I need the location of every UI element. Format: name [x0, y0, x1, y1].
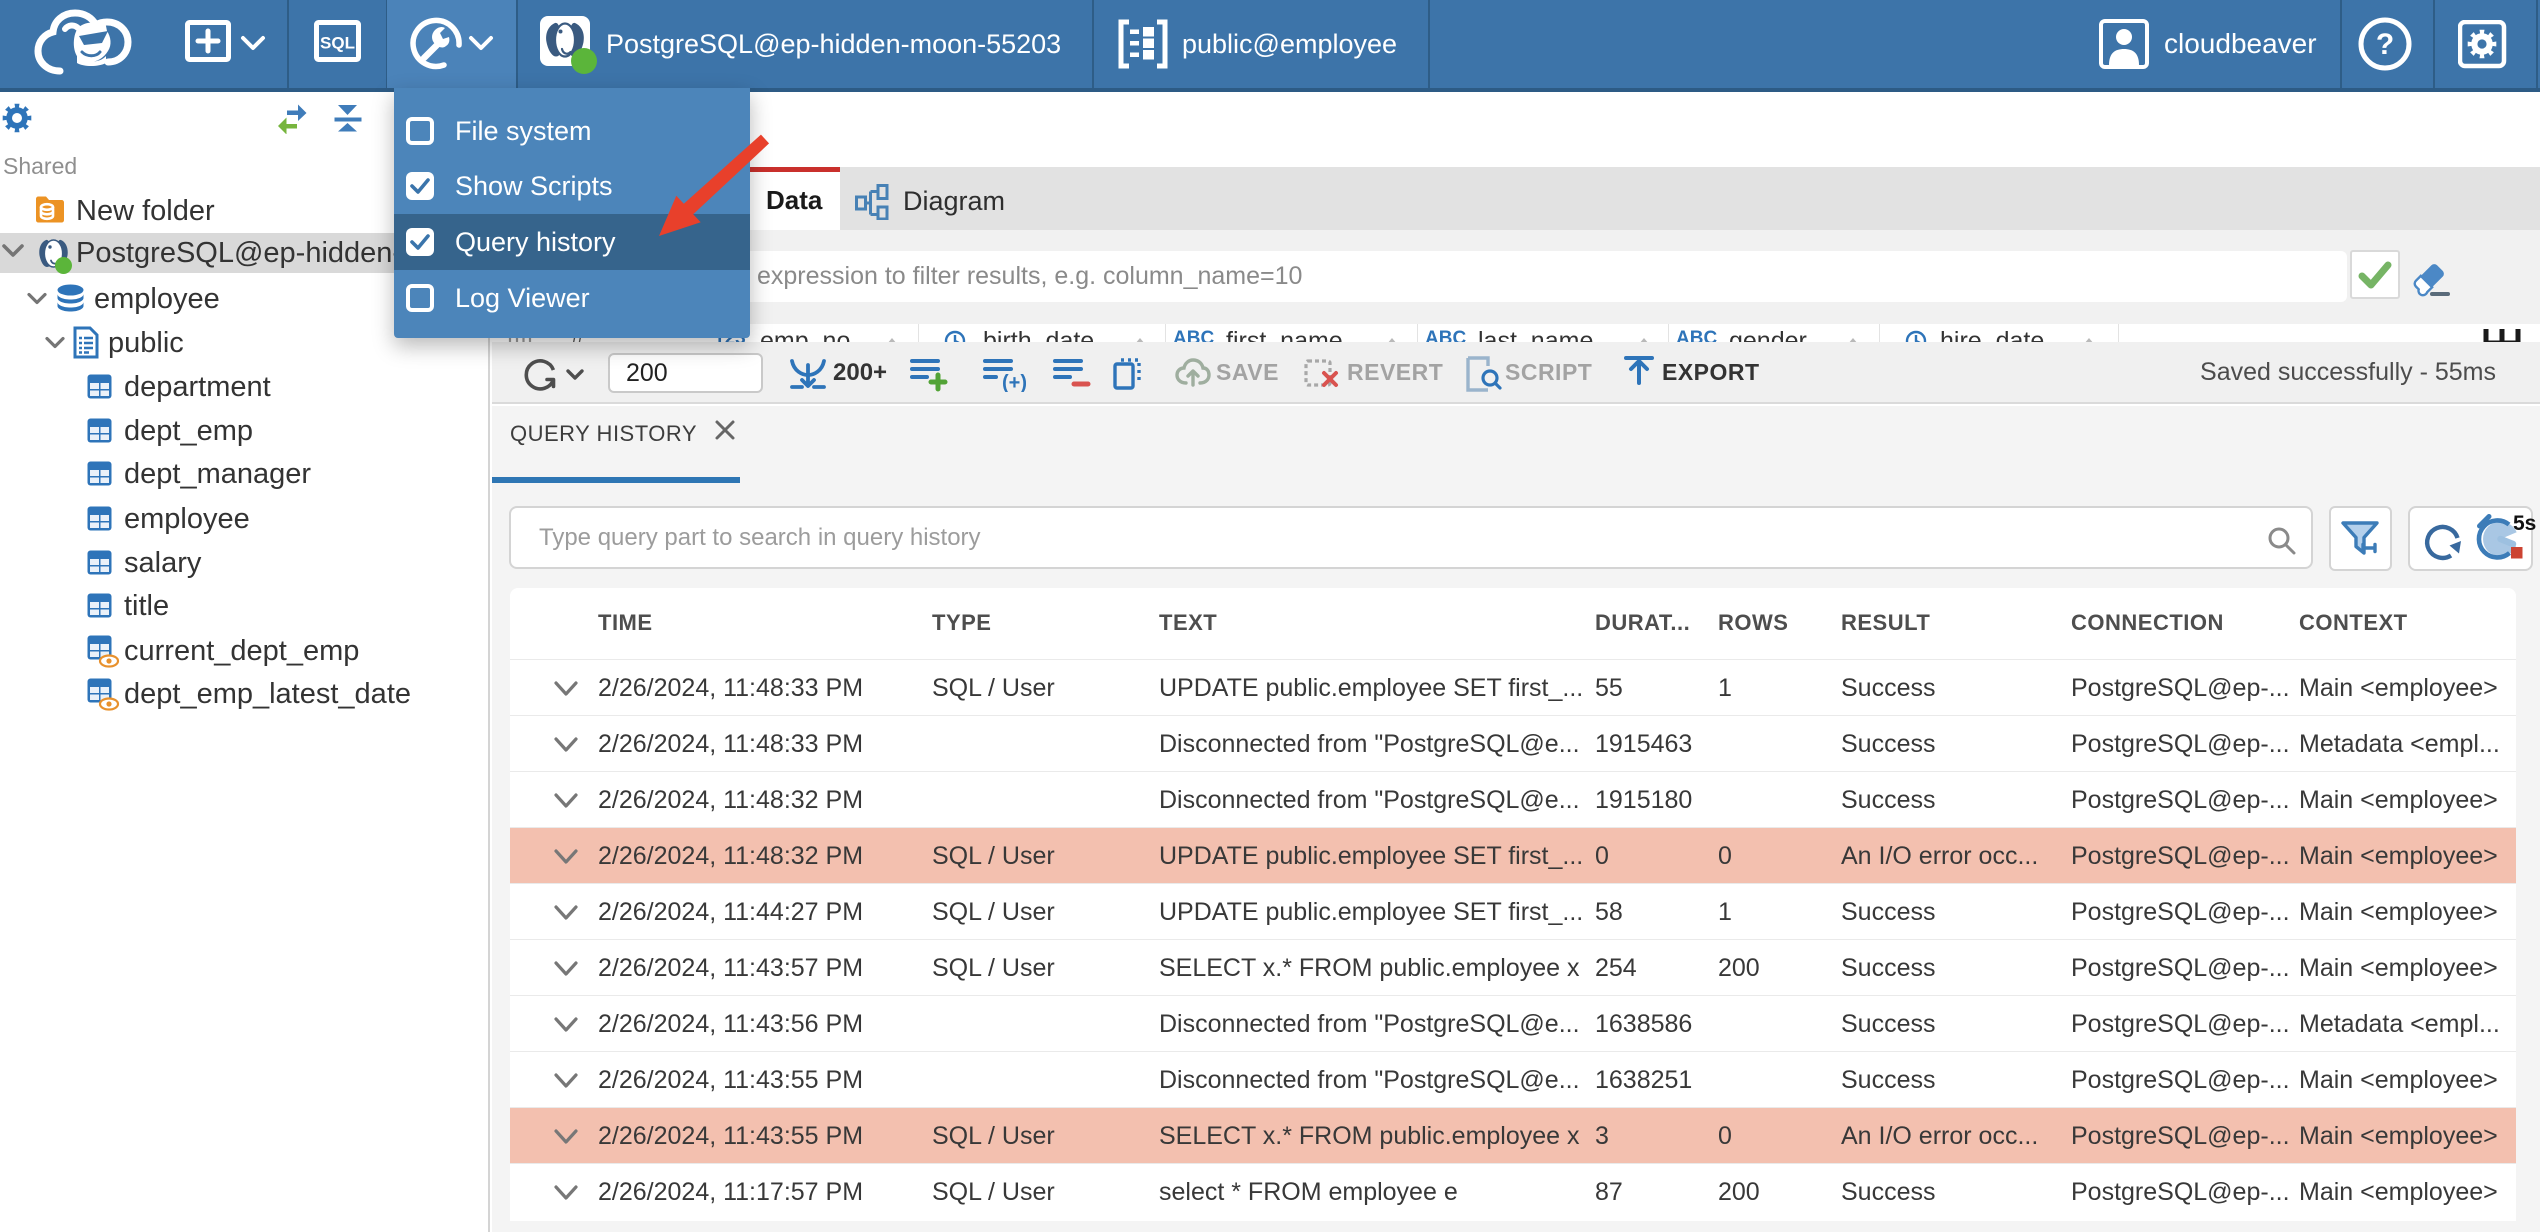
- svg-text:SQL: SQL: [320, 34, 355, 53]
- svg-text:?: ?: [2376, 28, 2394, 61]
- svg-text:(+): (+): [1002, 372, 1026, 392]
